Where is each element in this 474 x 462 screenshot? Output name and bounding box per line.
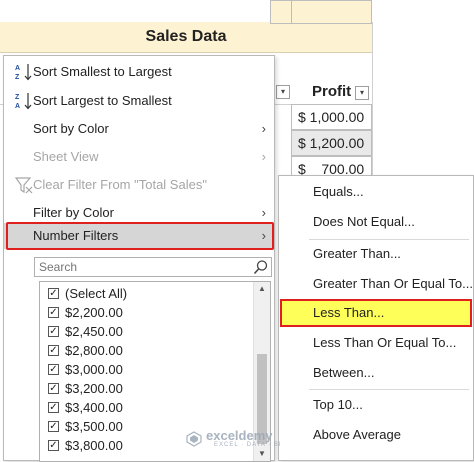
checkbox-checked[interactable]: ✓ [48, 307, 59, 318]
profit-header-label: Profit [312, 83, 352, 100]
checkbox-checked[interactable]: ✓ [48, 402, 59, 413]
submenu-item-label: Above Average [313, 427, 401, 442]
list-item-label: $2,800.00 [65, 343, 123, 358]
equals-item[interactable]: Equals... [279, 178, 473, 206]
greater-than-item[interactable]: Greater Than... [279, 240, 473, 268]
chevron-right-icon: › [261, 149, 266, 164]
list-item-label: $3,400.00 [65, 400, 123, 415]
sort-by-color-item[interactable]: Sort by Color › [4, 115, 274, 143]
menu-item-label: Sort Largest to Smallest [33, 93, 172, 108]
svg-text:Z: Z [15, 94, 20, 101]
profit-cell[interactable]: $ 1,000.00 [291, 104, 372, 130]
list-item-label: (Select All) [65, 286, 128, 301]
autofilter-menu: A Z Sort Smallest to Largest Z A Sort La… [3, 55, 275, 462]
watermark-tagline: EXCEL · DATA · BI [214, 442, 282, 448]
number-filters-submenu: Equals... Does Not Equal... Greater Than… [278, 175, 474, 461]
checkbox-checked[interactable]: ✓ [48, 326, 59, 337]
total-sales-filter-dropdown[interactable]: ▾ [276, 85, 290, 99]
checkbox-checked[interactable]: ✓ [48, 288, 59, 299]
submenu-item-label: Between... [313, 365, 375, 380]
submenu-item-label: Greater Than... [313, 246, 401, 261]
sheet-view-item: Sheet View › [4, 143, 274, 171]
less-than-item[interactable]: Less Than... [280, 299, 472, 327]
menu-item-label: Sort Smallest to Largest [33, 64, 172, 79]
list-item-label: $3,800.00 [65, 438, 123, 453]
svg-text:A: A [15, 65, 20, 72]
does-not-equal-item[interactable]: Does Not Equal... [279, 208, 473, 236]
checkbox-checked[interactable]: ✓ [48, 364, 59, 375]
search-box[interactable] [34, 257, 272, 277]
svg-text:A: A [15, 103, 20, 110]
submenu-item-label: Top 10... [313, 397, 363, 412]
submenu-item-label: Less Than... [313, 305, 385, 320]
profit-filter-dropdown[interactable]: ▾ [355, 86, 369, 100]
list-item-label: $3,000.00 [65, 362, 123, 377]
list-item-label: $2,200.00 [65, 305, 123, 320]
submenu-item-label: Less Than Or Equal To... [313, 335, 457, 350]
clear-filter-icon [14, 175, 33, 195]
svg-text:Z: Z [15, 74, 20, 81]
list-item-label: $3,200.00 [65, 381, 123, 396]
search-input[interactable] [35, 258, 249, 276]
checkbox-checked[interactable]: ✓ [48, 440, 59, 451]
separator [309, 389, 469, 390]
search-icon[interactable] [253, 259, 269, 275]
submenu-item-label: Greater Than Or Equal To... [313, 276, 473, 291]
gridline [372, 22, 373, 182]
profit-header-cell [291, 0, 372, 24]
menu-item-label: Clear Filter From "Total Sales" [33, 177, 207, 192]
sort-ascending-icon: A Z [14, 62, 32, 82]
greater-than-or-equal-item[interactable]: Greater Than Or Equal To... [279, 270, 473, 298]
less-than-or-equal-item[interactable]: Less Than Or Equal To... [279, 329, 473, 357]
sort-largest-to-smallest-item[interactable]: Z A Sort Largest to Smallest [4, 87, 274, 115]
above-average-item[interactable]: Above Average [279, 421, 473, 449]
checkbox-checked[interactable]: ✓ [48, 383, 59, 394]
submenu-item-label: Does Not Equal... [313, 214, 415, 229]
exceldemy-watermark: exceldemy EXCEL · DATA · BI [186, 428, 296, 450]
exceldemy-logo-icon [186, 431, 202, 447]
between-item[interactable]: Between... [279, 359, 473, 387]
list-item-label: $2,450.00 [65, 324, 123, 339]
top-10-item[interactable]: Top 10... [279, 391, 473, 419]
menu-item-label: Sheet View [33, 149, 99, 164]
sort-descending-icon: Z A [14, 91, 32, 111]
scroll-up-icon[interactable]: ▲ [254, 282, 270, 296]
list-item-label: $3,500.00 [65, 419, 123, 434]
total-sales-header-cell [270, 0, 292, 24]
chevron-right-icon: › [261, 121, 266, 136]
profit-cell[interactable]: $ 1,200.00 [291, 130, 372, 156]
sales-data-title: Sales Data [0, 22, 372, 53]
sort-smallest-to-largest-item[interactable]: A Z Sort Smallest to Largest [4, 58, 274, 86]
submenu-item-label: Equals... [313, 184, 364, 199]
checkbox-checked[interactable]: ✓ [48, 345, 59, 356]
checkbox-checked[interactable]: ✓ [48, 421, 59, 432]
menu-item-label: Sort by Color [33, 121, 109, 136]
watermark-name: exceldemy [206, 428, 273, 443]
number-filters-highlight [6, 222, 274, 250]
clear-filter-item: Clear Filter From "Total Sales" [4, 171, 274, 199]
